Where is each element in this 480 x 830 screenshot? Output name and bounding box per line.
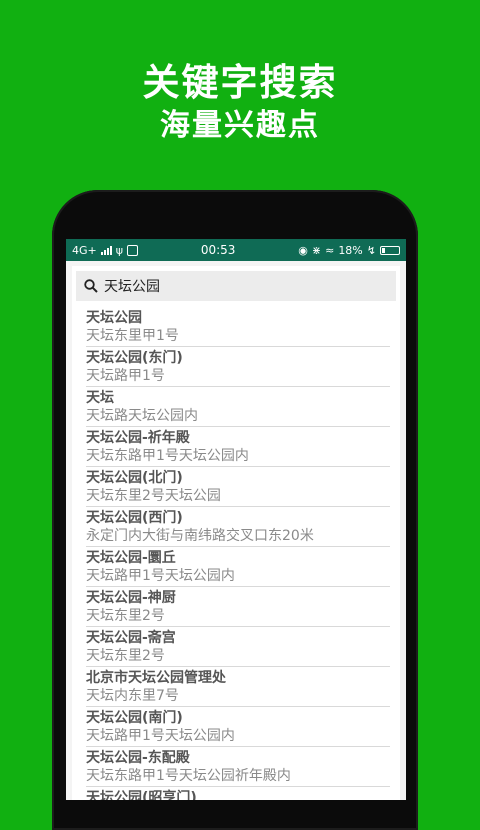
poi-name: 天坛公园-斋宫 — [86, 630, 176, 646]
battery-icon — [379, 245, 400, 255]
list-item[interactable]: 天坛公园(北门) 天坛东里2号天坛公园 — [86, 469, 390, 507]
signal-icon — [100, 245, 112, 255]
list-item[interactable]: 天坛天坛路天坛公园内 — [86, 389, 390, 427]
list-item[interactable]: 天坛公园-神厨 天坛东里2号 — [86, 589, 390, 627]
poi-address: 天坛路甲1号天坛公园内 — [86, 568, 235, 584]
poi-address: 天坛路甲1号 — [86, 368, 165, 384]
list-item[interactable]: 天坛公园(东门) 天坛路甲1号 — [86, 349, 390, 387]
poi-address: 天坛东路甲1号天坛公园祈年殿内 — [86, 768, 291, 784]
poi-address: 天坛路天坛公园内 — [86, 408, 198, 424]
list-item[interactable]: 北京市天坛公园管理处 天坛内东里7号 — [86, 669, 390, 707]
usb-icon: ψ — [115, 243, 124, 257]
poi-name: 天坛公园-圜丘 — [86, 550, 176, 566]
search-icon — [84, 279, 98, 293]
bluetooth-icon: ⋇ — [311, 243, 322, 257]
banner-subtitle: 海量兴趣点 — [160, 108, 320, 143]
list-item[interactable]: 天坛公园(南门) 天坛路甲1号天坛公园内 — [86, 709, 390, 747]
phone-screen: 4G+ ψ 00:53 ◉ ⋇ ≈ 18% ↯ 天坛公园 天坛公园天坛东里甲1号… — [66, 239, 406, 800]
network-type: 4G+ — [72, 243, 97, 257]
poi-name: 天坛公园(南门) — [86, 710, 183, 726]
list-item[interactable]: 天坛公园-祈年殿天坛东路甲1号天坛公园内 — [86, 429, 390, 467]
app-notification-icon — [127, 244, 139, 256]
poi-name: 天坛公园-神厨 — [86, 590, 176, 606]
poi-name: 天坛公园-祈年殿 — [86, 430, 190, 446]
poi-name: 天坛公园-东配殿 — [86, 750, 190, 766]
poi-name: 天坛公园(西门) — [86, 510, 183, 526]
poi-name: 天坛公园(东门) — [86, 350, 183, 366]
poi-name: 天坛公园(北门) — [86, 470, 183, 486]
list-item[interactable]: 天坛公园-东配殿天坛东路甲1号天坛公园祈年殿内 — [86, 749, 390, 787]
results-card: 天坛公园 天坛公园天坛东里甲1号 天坛公园(东门) 天坛路甲1号 天坛天坛路天坛公园内… — [72, 266, 400, 800]
battery-fill — [381, 247, 385, 253]
poi-address: 天坛东里2号 — [86, 608, 165, 624]
poi-address: 永定门内大街与南纬路交叉口东20米 — [86, 528, 314, 544]
battery-percent: 18% — [338, 243, 363, 257]
charging-icon: ↯ — [366, 243, 376, 257]
search-input[interactable]: 天坛公园 — [104, 276, 160, 296]
poi-name: 天坛公园(昭亨门) — [86, 790, 197, 800]
status-bar: 4G+ ψ 00:53 ◉ ⋇ ≈ 18% ↯ — [66, 239, 406, 261]
poi-address: 天坛东路甲1号天坛公园内 — [86, 448, 249, 464]
poi-name: 天坛 — [86, 390, 114, 406]
clock: 00:53 — [200, 243, 236, 257]
list-item[interactable]: 天坛公园天坛东里甲1号 — [86, 309, 390, 347]
poi-address: 天坛东里甲1号 — [86, 328, 179, 344]
list-item[interactable]: 天坛公园(西门) 永定门内大街与南纬路交叉口东20米 — [86, 509, 390, 547]
poi-name: 北京市天坛公园管理处 — [86, 670, 226, 686]
result-list: 天坛公园 天坛东里甲1号 天坛公园(东门) 天坛路甲1号 天坛 天坛路天坛公园内 天坛公园-… — [72, 301, 400, 800]
wifi-icon: ≈ — [325, 243, 335, 257]
location-icon: ◉ — [298, 243, 308, 257]
search-bar[interactable]: 天坛公园 — [76, 271, 396, 301]
list-item[interactable]: 天坛公园-圜丘天坛路甲1号天坛公园内 — [86, 549, 390, 587]
poi-address: 天坛路甲1号天坛公园内 — [86, 728, 235, 744]
list-item[interactable]: 天坛公园(昭亨门)永定门东街东侧 — [86, 789, 390, 800]
list-item[interactable]: 天坛公园-斋宫 天坛东里2号 — [86, 629, 390, 667]
poi-address: 天坛内东里7号 — [86, 688, 179, 704]
poi-name: 天坛公园 — [86, 310, 142, 326]
banner-title: 关键字搜索 — [142, 61, 338, 104]
poi-address: 天坛东里2号天坛公园 — [86, 488, 221, 504]
poi-address: 天坛东里2号 — [86, 648, 165, 664]
